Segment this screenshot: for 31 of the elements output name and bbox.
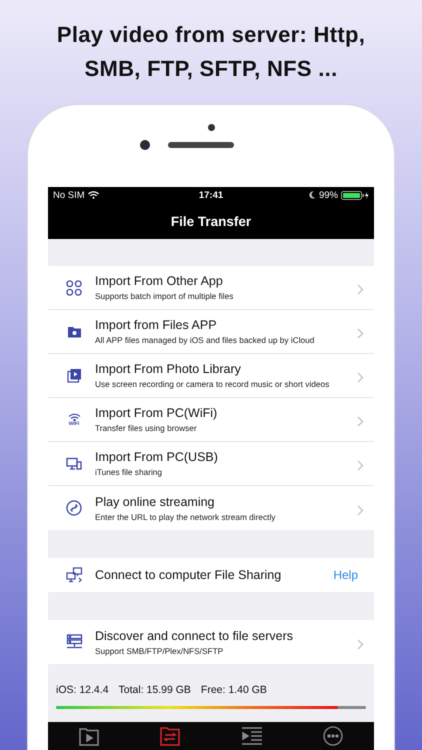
list-row[interactable]: Play online streaming Enter the URL to play the network stream directly <box>48 486 374 530</box>
ios-version: iOS: 12.4.4 <box>56 684 109 696</box>
headline: Play video from server: Http, SMB, FTP, SFTP, NFS ... <box>56 21 366 83</box>
row-subtitle: Supports batch import of multiple files <box>95 291 234 301</box>
row-subtitle: Use screen recording or camera to record music or short videos <box>95 379 330 389</box>
row-subtitle: Transfer files using browser <box>95 423 198 433</box>
row-title: Import From Other App <box>95 274 224 288</box>
row-title: Import From PC(WiFi) <box>95 406 218 420</box>
row-title: Discover and connect to file servers <box>95 628 294 642</box>
help-link[interactable]: Help <box>327 568 364 582</box>
total-storage: Total: 15.99 GB <box>118 684 191 696</box>
row-title: Connect to computer File Sharing <box>95 568 282 582</box>
battery-percent: 99% <box>318 190 338 200</box>
list-row[interactable]: Import from Files APP All APP files managed by iOS and files backed up by iCloud <box>48 310 374 354</box>
row-subtitle: All APP files managed by iOS and files backed up by iCloud <box>95 335 316 345</box>
row-title: Import from Files APP <box>95 318 218 332</box>
clock-label: 17:41 <box>198 190 224 200</box>
row-subtitle: iTunes file sharing <box>95 467 164 477</box>
list-row[interactable]: Connect to computer File Sharing Help <box>48 558 374 592</box>
nav-title: File Transfer <box>170 214 252 228</box>
free-storage: Free: 1.40 GB <box>200 684 267 696</box>
list-row[interactable]: Import From Photo Library Use screen recording or camera to record music or short videos <box>48 354 374 398</box>
row-subtitle: Enter the URL to play the network stream directly <box>95 512 276 522</box>
list-row[interactable]: Import From PC(USB) iTunes file sharing <box>48 442 374 486</box>
row-title: Play online streaming <box>95 494 216 508</box>
list-row[interactable]: Discover and connect to file servers Support SMB/FTP/Plex/NFS/SFTP <box>48 620 374 664</box>
row-subtitle: Support SMB/FTP/Plex/NFS/SFTP <box>95 646 224 656</box>
row-title: Import From Photo Library <box>95 362 242 376</box>
carrier-label: No SIM <box>53 190 85 200</box>
row-title: Import From PC(USB) <box>95 450 219 464</box>
list-row[interactable]: Import From Other App Supports batch import of multiple files <box>48 266 374 310</box>
